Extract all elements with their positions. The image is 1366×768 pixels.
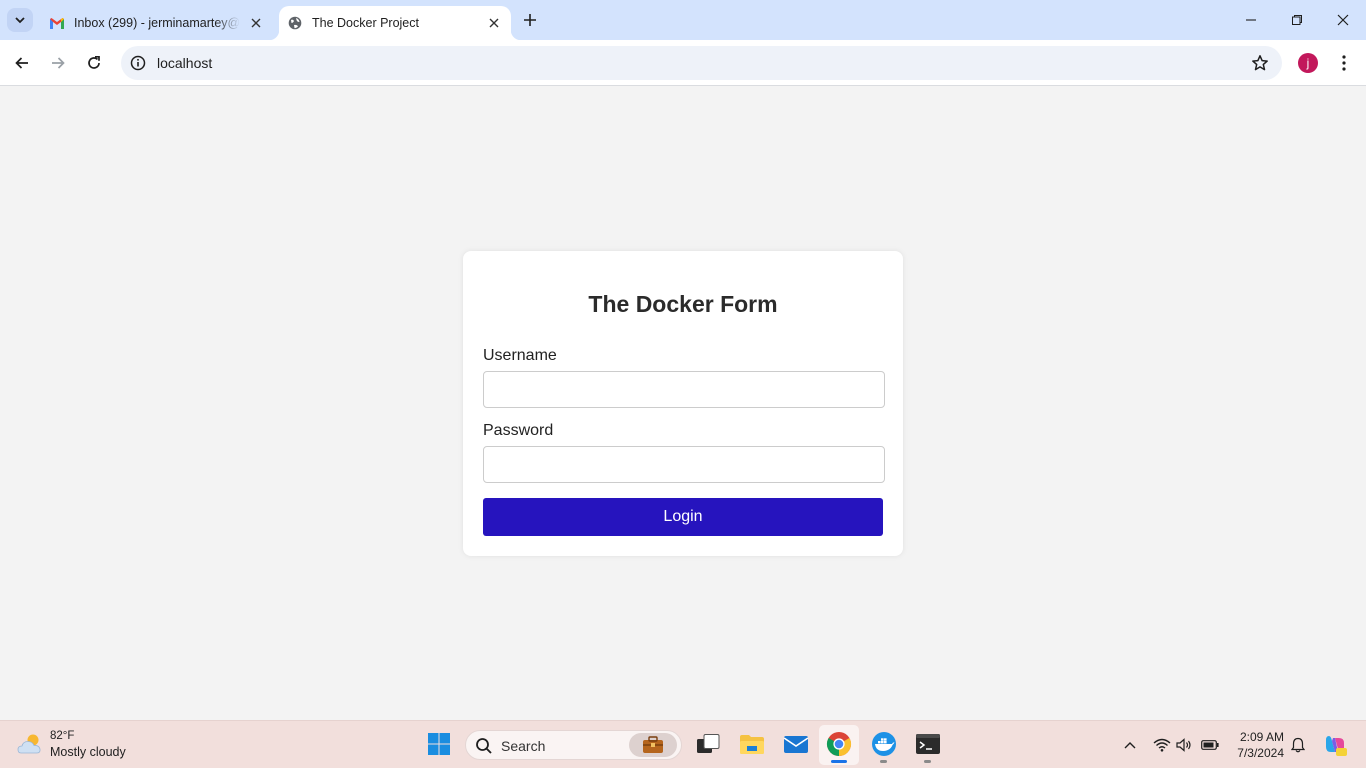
search-icon bbox=[476, 738, 492, 754]
close-tab-icon[interactable] bbox=[485, 14, 503, 32]
tab-title: Inbox (299) - jerminamartey@gmail.com - … bbox=[74, 16, 240, 30]
file-explorer-button[interactable] bbox=[738, 730, 766, 758]
password-input[interactable] bbox=[483, 446, 885, 483]
minimize-button[interactable] bbox=[1239, 8, 1263, 32]
weather-widget[interactable]: 82°F Mostly cloudy bbox=[16, 729, 126, 760]
file-explorer-icon bbox=[740, 735, 764, 754]
login-form-card: The Docker Form Username Password Login bbox=[463, 251, 903, 556]
login-button[interactable]: Login bbox=[483, 498, 883, 536]
chrome-running-indicator bbox=[831, 760, 847, 763]
start-button[interactable] bbox=[425, 730, 453, 758]
password-label: Password bbox=[483, 422, 554, 439]
notifications-button[interactable] bbox=[1288, 735, 1308, 755]
plus-icon bbox=[524, 14, 536, 26]
new-tab-button[interactable] bbox=[519, 9, 541, 31]
show-hidden-icons-button[interactable] bbox=[1120, 735, 1140, 755]
tab-docker-project[interactable]: The Docker Project bbox=[269, 6, 521, 40]
taskbar-search-box[interactable]: Search bbox=[465, 730, 682, 760]
tab-title: The Docker Project bbox=[312, 16, 419, 30]
minimize-icon bbox=[1246, 19, 1256, 21]
bell-icon bbox=[1291, 737, 1305, 753]
terminal-button[interactable] bbox=[914, 730, 942, 758]
browser-menu-button[interactable] bbox=[1334, 52, 1354, 74]
clock-date: 7/3/2024 bbox=[1237, 746, 1284, 760]
mail-icon bbox=[783, 736, 809, 753]
reload-button[interactable] bbox=[82, 51, 106, 75]
partly-cloudy-icon bbox=[17, 734, 41, 753]
forward-button[interactable] bbox=[46, 51, 70, 75]
battery-icon bbox=[1201, 740, 1219, 750]
copilot-icon bbox=[1326, 736, 1347, 756]
site-info-icon[interactable] bbox=[129, 54, 147, 72]
windows-start-icon bbox=[428, 733, 450, 755]
back-button[interactable] bbox=[10, 51, 34, 75]
system-clock[interactable]: 2:09 AM 7/3/2024 bbox=[1226, 729, 1284, 761]
briefcase-icon[interactable] bbox=[629, 733, 677, 757]
gmail-icon bbox=[49, 15, 65, 31]
copilot-button[interactable] bbox=[1322, 732, 1348, 758]
page-viewport: The Docker Form Username Password Login bbox=[0, 87, 1366, 720]
close-icon bbox=[1337, 14, 1349, 26]
close-window-button[interactable] bbox=[1331, 8, 1355, 32]
taskbar: 82°F Mostly cloudy Search 2:09 AM 7/3/20… bbox=[0, 720, 1366, 768]
username-label: Username bbox=[483, 347, 557, 364]
arrow-left-icon bbox=[15, 57, 28, 69]
docker-button[interactable] bbox=[870, 730, 898, 758]
tab-strip: Inbox (299) - jerminamartey@gmail.com - … bbox=[0, 0, 1366, 40]
docker-icon bbox=[872, 732, 896, 756]
task-view-icon bbox=[697, 734, 720, 753]
docker-running-indicator bbox=[880, 760, 887, 763]
speaker-icon bbox=[1176, 738, 1191, 752]
weather-condition: Mostly cloudy bbox=[50, 745, 126, 759]
restore-icon bbox=[1292, 15, 1302, 25]
chevron-up-icon bbox=[1124, 742, 1136, 749]
wifi-button[interactable] bbox=[1152, 735, 1172, 755]
restore-button[interactable] bbox=[1285, 8, 1309, 32]
task-view-button[interactable] bbox=[694, 730, 722, 758]
globe-icon bbox=[287, 15, 303, 31]
chrome-button[interactable] bbox=[825, 730, 853, 758]
close-tab-icon[interactable] bbox=[247, 14, 265, 32]
chevron-down-icon bbox=[15, 17, 25, 24]
more-vertical-icon bbox=[1342, 55, 1346, 71]
tab-search-button[interactable] bbox=[7, 8, 33, 32]
reload-icon bbox=[88, 55, 100, 69]
bookmark-star-icon[interactable] bbox=[1250, 53, 1270, 73]
terminal-icon bbox=[916, 734, 940, 754]
profile-avatar[interactable]: j bbox=[1298, 53, 1318, 73]
form-title: The Docker Form bbox=[588, 291, 778, 317]
arrow-right-icon bbox=[52, 57, 65, 69]
weather-temperature: 82°F bbox=[50, 730, 75, 742]
browser-toolbar: localhost j bbox=[0, 40, 1366, 86]
wifi-icon bbox=[1153, 738, 1171, 752]
mail-button[interactable] bbox=[782, 730, 810, 758]
terminal-running-indicator bbox=[924, 760, 931, 763]
clock-time: 2:09 AM bbox=[1239, 730, 1284, 744]
chrome-icon bbox=[826, 732, 852, 756]
address-bar[interactable]: localhost bbox=[121, 46, 1282, 80]
username-input[interactable] bbox=[483, 371, 885, 408]
tab-gmail[interactable]: Inbox (299) - jerminamartey@gmail.com - … bbox=[40, 6, 276, 40]
battery-button[interactable] bbox=[1200, 735, 1220, 755]
volume-button[interactable] bbox=[1174, 735, 1194, 755]
search-placeholder: Search bbox=[501, 738, 546, 754]
url-text[interactable]: localhost bbox=[157, 55, 212, 71]
